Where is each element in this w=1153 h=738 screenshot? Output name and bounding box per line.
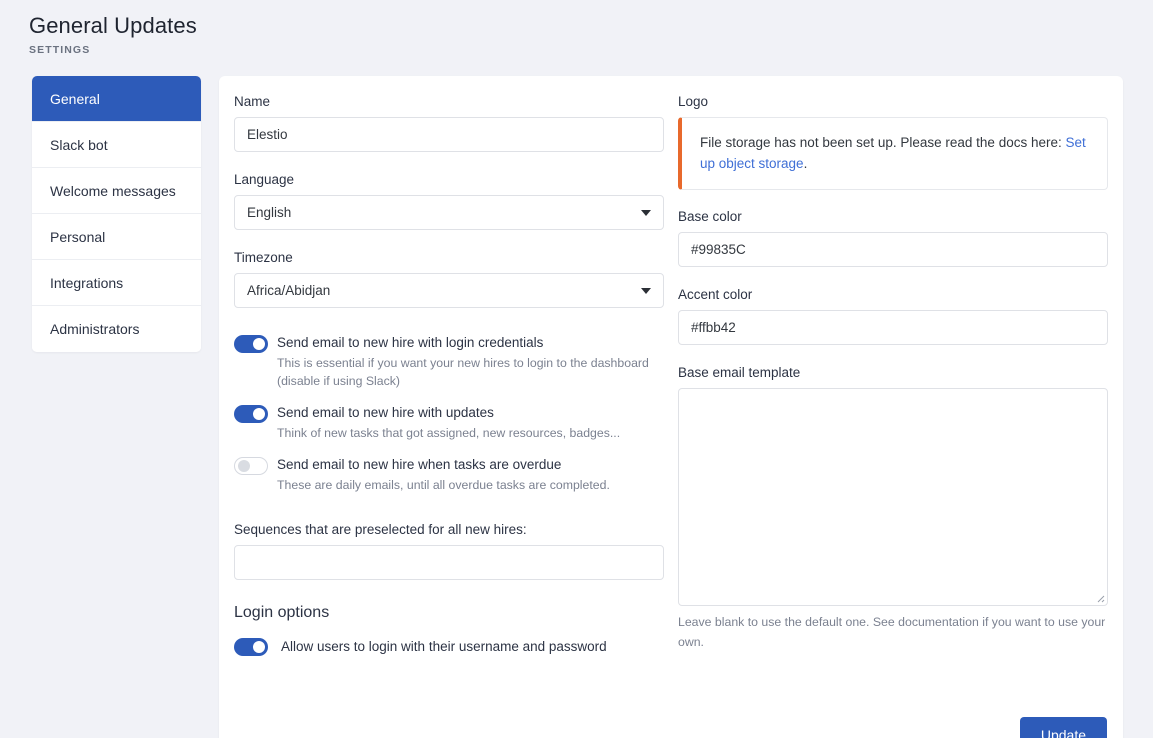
sidebar-item-administrators[interactable]: Administrators <box>32 306 201 352</box>
language-select[interactable] <box>234 195 664 230</box>
alert-message: File storage has not been set up. Please… <box>700 135 1065 150</box>
sidebar-item-personal[interactable]: Personal <box>32 214 201 260</box>
language-select-wrapper <box>234 195 664 230</box>
update-button[interactable]: Update <box>1020 717 1107 738</box>
accent-color-input[interactable] <box>678 310 1108 345</box>
toggle-description: This is essential if you want your new h… <box>277 354 664 390</box>
toggle-title: Allow users to login with their username… <box>281 638 607 656</box>
toggle-text: Send email to new hire when tasks are ov… <box>277 456 664 494</box>
sidebar-item-welcome-messages[interactable]: Welcome messages <box>32 168 201 214</box>
toggle-send-overdue[interactable] <box>234 457 268 475</box>
toggle-send-login-credentials[interactable] <box>234 335 268 353</box>
language-label: Language <box>234 172 664 187</box>
toggle-row-overdue: Send email to new hire when tasks are ov… <box>234 456 664 494</box>
settings-right-column: Logo File storage has not been set up. P… <box>678 94 1108 652</box>
base-color-input[interactable] <box>678 232 1108 267</box>
sidebar-item-label: Welcome messages <box>50 183 176 199</box>
toggle-text: Send email to new hire with login creden… <box>277 334 664 390</box>
toggle-knob <box>253 338 265 350</box>
timezone-select[interactable] <box>234 273 664 308</box>
toggle-send-updates[interactable] <box>234 405 268 423</box>
base-email-template-textarea[interactable] <box>678 388 1108 606</box>
toggle-knob <box>253 408 265 420</box>
login-options-heading: Login options <box>234 604 664 622</box>
accent-color-label: Accent color <box>678 287 1108 302</box>
name-label: Name <box>234 94 664 109</box>
toggle-row-login-credentials: Send email to new hire with login creden… <box>234 334 664 390</box>
page-subtitle: SETTINGS <box>29 44 197 56</box>
toggle-title: Send email to new hire with login creden… <box>277 335 543 350</box>
sidebar-item-label: General <box>50 91 100 107</box>
toggle-title: Send email to new hire with updates <box>277 405 494 420</box>
toggle-allow-username-password[interactable] <box>234 638 268 656</box>
timezone-select-wrapper <box>234 273 664 308</box>
timezone-label: Timezone <box>234 250 664 265</box>
settings-left-column: Name Language Timezone Send email t <box>234 94 664 656</box>
base-color-label: Base color <box>678 209 1108 224</box>
page-title: General Updates <box>29 12 197 40</box>
name-input[interactable] <box>234 117 664 152</box>
sequences-input[interactable] <box>234 545 664 580</box>
toggle-description: Think of new tasks that got assigned, ne… <box>277 424 664 442</box>
sidebar-item-slack-bot[interactable]: Slack bot <box>32 122 201 168</box>
settings-sidebar: General Slack bot Welcome messages Perso… <box>32 76 201 352</box>
sidebar-item-general[interactable]: General <box>32 76 201 122</box>
sidebar-item-label: Slack bot <box>50 137 108 153</box>
alert-message-end: . <box>804 156 808 171</box>
sidebar-item-label: Administrators <box>50 321 139 337</box>
toggle-title: Send email to new hire when tasks are ov… <box>277 457 561 472</box>
sidebar-item-integrations[interactable]: Integrations <box>32 260 201 306</box>
alert-text: File storage has not been set up. Please… <box>700 132 1091 174</box>
settings-page: General Updates SETTINGS General Slack b… <box>0 0 1153 738</box>
base-email-template-label: Base email template <box>678 365 1108 380</box>
toggle-knob <box>238 460 250 472</box>
toggle-text: Send email to new hire with updates Thin… <box>277 404 664 442</box>
sidebar-item-label: Integrations <box>50 275 123 291</box>
toggle-description: These are daily emails, until all overdu… <box>277 476 664 494</box>
base-email-template-helper: Leave blank to use the default one. See … <box>678 612 1108 652</box>
logo-label: Logo <box>678 94 1108 109</box>
sequences-label: Sequences that are preselected for all n… <box>234 522 664 537</box>
base-email-template-wrapper <box>678 388 1108 606</box>
sidebar-item-label: Personal <box>50 229 105 245</box>
settings-card: Name Language Timezone Send email t <box>219 76 1123 738</box>
toggle-row-allow-username-password: Allow users to login with their username… <box>234 638 664 656</box>
file-storage-alert: File storage has not been set up. Please… <box>678 117 1108 190</box>
page-header: General Updates SETTINGS <box>29 12 197 56</box>
toggle-knob <box>253 641 265 653</box>
toggle-row-updates: Send email to new hire with updates Thin… <box>234 404 664 442</box>
